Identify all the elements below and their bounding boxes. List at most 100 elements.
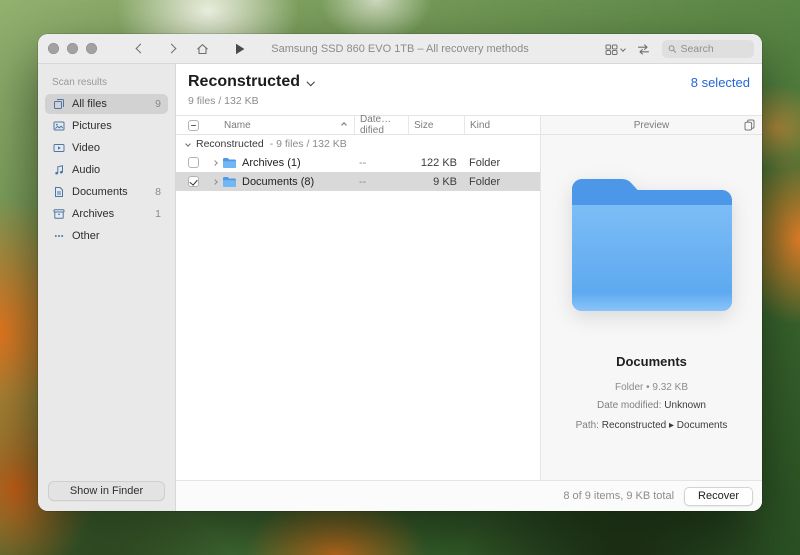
sidebar-item-archives[interactable]: Archives 1 <box>45 204 168 224</box>
sidebar-item-label: All files <box>72 98 107 110</box>
window-minimize-button[interactable] <box>67 43 78 54</box>
content-header: Reconstructed 9 files / 132 KB 8 selecte… <box>176 64 762 115</box>
sidebar-item-count: 1 <box>155 208 161 220</box>
folder-icon <box>222 157 237 169</box>
copy-icon <box>744 119 755 131</box>
row-checkbox[interactable] <box>188 157 199 168</box>
swap-arrows-icon <box>637 44 650 55</box>
sidebar-item-video[interactable]: Video <box>45 138 168 158</box>
sidebar-item-audio[interactable]: Audio <box>45 160 168 180</box>
sidebar-item-pictures[interactable]: Pictures <box>45 116 168 136</box>
folder-icon <box>222 176 237 188</box>
window-titlebar: Samsung SSD 860 EVO 1TB – All recovery m… <box>38 34 762 64</box>
other-icon <box>52 230 65 243</box>
audio-icon <box>52 164 65 177</box>
title-dropdown-icon[interactable] <box>307 78 315 86</box>
file-name: Documents (8) <box>242 176 314 188</box>
selected-count: 8 selected <box>691 75 750 90</box>
all-files-icon <box>52 98 65 111</box>
sidebar-item-label: Video <box>72 142 100 154</box>
sidebar-item-documents[interactable]: Documents 8 <box>45 182 168 202</box>
show-in-finder-button[interactable]: Show in Finder <box>48 481 165 501</box>
video-icon <box>52 142 65 155</box>
chevron-down-icon <box>620 46 626 52</box>
sidebar-item-label: Archives <box>72 208 114 220</box>
sidebar-item-other[interactable]: Other <box>45 226 168 246</box>
sidebar-item-all-files[interactable]: All files 9 <box>45 94 168 114</box>
file-size: 9 KB <box>408 176 464 188</box>
sidebar-item-label: Documents <box>72 186 128 198</box>
page-subtitle: 9 files / 132 KB <box>188 95 314 107</box>
play-icon <box>235 43 245 55</box>
nav-controls <box>133 41 209 57</box>
file-kind: Folder <box>464 157 540 169</box>
sidebar-item-label: Other <box>72 230 100 242</box>
table-header: Name Date…dified Size Kind <box>176 115 540 135</box>
forward-button[interactable] <box>164 41 178 57</box>
sidebar-item-label: Pictures <box>72 120 112 132</box>
grid-view-icon <box>605 44 618 55</box>
recover-button[interactable]: Recover <box>684 487 753 506</box>
window-zoom-button[interactable] <box>86 43 97 54</box>
titlebar-right-controls <box>605 34 754 64</box>
traffic-lights <box>48 43 97 54</box>
select-all-checkbox[interactable] <box>188 120 199 131</box>
table-body: Reconstructed - 9 files / 132 KB Archive… <box>176 135 540 480</box>
table-row-documents[interactable]: Documents (8) -- 9 KB Folder <box>176 172 540 191</box>
file-size: 122 KB <box>408 157 464 169</box>
preview-file-meta: Folder • 9.32 KB <box>615 382 688 393</box>
play-button[interactable] <box>235 43 245 55</box>
column-header-kind[interactable]: Kind <box>464 116 540 134</box>
preview-header: Preview <box>541 115 762 135</box>
file-date: -- <box>354 176 408 188</box>
sidebar-header: Scan results <box>38 70 175 93</box>
disclosure-icon[interactable] <box>212 179 218 185</box>
search-input[interactable] <box>680 43 748 55</box>
column-header-size[interactable]: Size <box>408 116 464 134</box>
window-close-button[interactable] <box>48 43 59 54</box>
file-name: Archives (1) <box>242 157 301 169</box>
preview-file-name: Documents <box>616 354 687 369</box>
table-row-archives[interactable]: Archives (1) -- 122 KB Folder <box>176 153 540 172</box>
home-button[interactable] <box>195 41 209 57</box>
file-table: Name Date…dified Size Kind <box>176 115 540 480</box>
archives-icon <box>52 208 65 221</box>
table-group-row[interactable]: Reconstructed - 9 files / 132 KB <box>176 135 540 153</box>
group-collapse-icon[interactable] <box>185 141 191 147</box>
documents-icon <box>52 186 65 199</box>
row-checkbox[interactable] <box>188 176 199 187</box>
app-window: Samsung SSD 860 EVO 1TB – All recovery m… <box>38 34 762 511</box>
file-date: -- <box>354 157 408 169</box>
path-value: Reconstructed ▸ Documents <box>602 420 728 431</box>
file-kind: Folder <box>464 176 540 188</box>
preview-title: Preview <box>634 120 670 131</box>
back-button[interactable] <box>133 41 147 57</box>
sidebar-item-count: 8 <box>155 186 161 198</box>
copy-button[interactable] <box>744 119 755 131</box>
home-icon <box>196 43 209 55</box>
column-header-name[interactable]: Name <box>210 116 354 134</box>
sidebar-item-count: 9 <box>155 98 161 110</box>
preview-folder-icon <box>562 169 742 326</box>
pictures-icon <box>52 120 65 133</box>
column-header-date-modified[interactable]: Date…dified <box>354 116 408 134</box>
search-field[interactable] <box>662 40 754 58</box>
date-modified-value: Unknown <box>664 400 706 411</box>
search-icon <box>668 44 676 54</box>
preview-path: Path: Reconstructed ▸ Documents <box>576 419 728 433</box>
page-title: Reconstructed <box>188 73 300 91</box>
desktop-wallpaper: Samsung SSD 860 EVO 1TB – All recovery m… <box>0 0 800 555</box>
recovery-methods-button[interactable] <box>637 44 650 55</box>
column-label: Name <box>224 120 251 131</box>
date-modified-label: Date modified: <box>597 400 661 411</box>
preview-panel: Preview <box>540 115 762 480</box>
status-bar: 8 of 9 items, 9 KB total Recover <box>176 480 762 511</box>
window-title: Samsung SSD 860 EVO 1TB – All recovery m… <box>271 43 528 55</box>
sidebar-item-label: Audio <box>72 164 100 176</box>
disclosure-icon[interactable] <box>212 160 218 166</box>
preview-body: Documents Folder • 9.32 KB Date modified… <box>541 135 762 480</box>
group-name: Reconstructed <box>196 138 264 150</box>
sidebar: Scan results All files 9 Pictures Video <box>38 64 176 511</box>
group-detail: - 9 files / 132 KB <box>270 138 347 150</box>
view-toggle-button[interactable] <box>605 44 625 55</box>
